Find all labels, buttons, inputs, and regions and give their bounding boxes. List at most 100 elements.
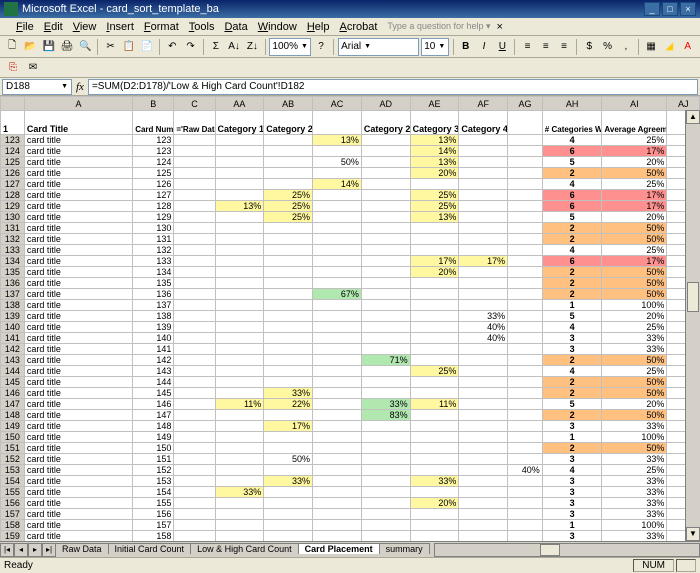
cell-card-number[interactable]: 141 xyxy=(133,344,174,355)
menu-help[interactable]: Help xyxy=(307,21,330,33)
cell-avg-agreement[interactable]: 33% xyxy=(602,509,667,520)
open-icon[interactable]: 📂 xyxy=(22,38,38,56)
col-header-AB[interactable]: AB xyxy=(264,97,313,111)
cell-AD[interactable] xyxy=(361,344,410,355)
cell-AE[interactable] xyxy=(410,344,459,355)
cell-avg-agreement[interactable]: 33% xyxy=(602,421,667,432)
cell-AD[interactable] xyxy=(361,146,410,157)
cell-AE[interactable] xyxy=(410,410,459,421)
cell-AE[interactable]: 33% xyxy=(410,476,459,487)
cell-AA[interactable] xyxy=(215,355,264,366)
cell-AB[interactable] xyxy=(264,322,313,333)
cell-AF[interactable] xyxy=(459,520,508,531)
copy-icon[interactable]: 📋 xyxy=(121,38,137,56)
cell-AB[interactable] xyxy=(264,289,313,300)
cell-card-number[interactable]: 151 xyxy=(133,454,174,465)
cell-AD[interactable] xyxy=(361,454,410,465)
vertical-scrollbar[interactable]: ▲ ▼ xyxy=(685,110,700,541)
scroll-thumb[interactable] xyxy=(687,282,699,312)
row-header[interactable]: 145 xyxy=(1,377,25,388)
sheet-tab-initial-card-count[interactable]: Initial Card Count xyxy=(108,543,192,554)
row-header[interactable]: 155 xyxy=(1,487,25,498)
cell-AC[interactable] xyxy=(313,476,362,487)
cell-AC[interactable] xyxy=(313,223,362,234)
row-header[interactable]: 157 xyxy=(1,509,25,520)
cell-card-number[interactable]: 124 xyxy=(133,157,174,168)
row-header[interactable]: 144 xyxy=(1,366,25,377)
tab-nav-prev-icon[interactable]: ◂ xyxy=(14,543,28,557)
tab-nav-last-icon[interactable]: ▸| xyxy=(42,543,56,557)
cell-AC[interactable] xyxy=(313,146,362,157)
cell-AB[interactable] xyxy=(264,520,313,531)
menu-data[interactable]: Data xyxy=(224,21,247,33)
cell-AA[interactable] xyxy=(215,300,264,311)
cell-card-title[interactable]: card title xyxy=(24,421,132,432)
align-center-icon[interactable]: ≡ xyxy=(538,38,554,56)
cell-AG[interactable] xyxy=(508,399,543,410)
hscroll-thumb[interactable] xyxy=(540,544,560,556)
cell-AG[interactable] xyxy=(508,201,543,212)
row-header[interactable]: 135 xyxy=(1,267,25,278)
cell-AC[interactable] xyxy=(313,300,362,311)
cell-AG[interactable] xyxy=(508,322,543,333)
cell-AF[interactable] xyxy=(459,454,508,465)
cell-AF[interactable] xyxy=(459,487,508,498)
cell-card-number[interactable]: 130 xyxy=(133,223,174,234)
row-header[interactable]: 131 xyxy=(1,223,25,234)
doc-close-button[interactable]: × xyxy=(497,21,503,33)
cell-AA[interactable]: 11% xyxy=(215,399,264,410)
cell-avg-agreement[interactable]: 50% xyxy=(602,289,667,300)
cell-AE[interactable] xyxy=(410,377,459,388)
cell-AE[interactable] xyxy=(410,443,459,454)
header-card-title[interactable]: Card Title xyxy=(24,111,132,135)
cell-AF[interactable] xyxy=(459,135,508,146)
cell-AE[interactable]: 20% xyxy=(410,267,459,278)
cell-AC[interactable] xyxy=(313,498,362,509)
cell-AE[interactable] xyxy=(410,520,459,531)
cell-card-title[interactable]: card title xyxy=(24,366,132,377)
cell-AA[interactable] xyxy=(215,256,264,267)
cell-AC[interactable] xyxy=(313,366,362,377)
cell-num-categories[interactable]: 1 xyxy=(542,520,602,531)
cell-AA[interactable]: 33% xyxy=(215,487,264,498)
cell-avg-agreement[interactable]: 50% xyxy=(602,443,667,454)
cell-card-number[interactable]: 136 xyxy=(133,289,174,300)
cell-raw[interactable] xyxy=(174,278,215,289)
cell-num-categories[interactable]: 4 xyxy=(542,179,602,190)
cell-AD[interactable] xyxy=(361,487,410,498)
cell-card-title[interactable]: card title xyxy=(24,344,132,355)
cell-AB[interactable]: 33% xyxy=(264,388,313,399)
cell-card-title[interactable]: card title xyxy=(24,465,132,476)
cell-AA[interactable] xyxy=(215,465,264,476)
cell-AB[interactable]: 50% xyxy=(264,454,313,465)
font-color-icon[interactable]: A xyxy=(680,38,696,56)
cell-AA[interactable] xyxy=(215,476,264,487)
cell-card-number[interactable]: 147 xyxy=(133,410,174,421)
menu-window[interactable]: Window xyxy=(258,21,297,33)
cell-AF[interactable] xyxy=(459,443,508,454)
cell-card-title[interactable]: card title xyxy=(24,212,132,223)
pdf-icon[interactable]: ⎘ xyxy=(4,59,22,77)
cell-card-number[interactable]: 127 xyxy=(133,190,174,201)
cell-AB[interactable] xyxy=(264,443,313,454)
cell-AD[interactable] xyxy=(361,333,410,344)
cell-avg-agreement[interactable]: 17% xyxy=(602,146,667,157)
cell-AG[interactable] xyxy=(508,509,543,520)
cell-avg-agreement[interactable]: 50% xyxy=(602,223,667,234)
cell-card-title[interactable]: card title xyxy=(24,355,132,366)
cell-AD[interactable] xyxy=(361,223,410,234)
cell-raw[interactable] xyxy=(174,410,215,421)
cell-AC[interactable] xyxy=(313,399,362,410)
cell-AG[interactable] xyxy=(508,531,543,542)
cell-AG[interactable] xyxy=(508,212,543,223)
cell-card-number[interactable]: 156 xyxy=(133,509,174,520)
header-num-categories[interactable]: # Categories With This Card xyxy=(542,111,602,135)
cell-AA[interactable] xyxy=(215,146,264,157)
cell-AB[interactable]: 25% xyxy=(264,212,313,223)
cell-AF[interactable] xyxy=(459,234,508,245)
cell-avg-agreement[interactable]: 33% xyxy=(602,487,667,498)
cell-card-title[interactable]: card title xyxy=(24,531,132,542)
currency-icon[interactable]: $ xyxy=(581,38,597,56)
row-header[interactable]: 1 xyxy=(1,111,25,135)
row-header[interactable]: 146 xyxy=(1,388,25,399)
